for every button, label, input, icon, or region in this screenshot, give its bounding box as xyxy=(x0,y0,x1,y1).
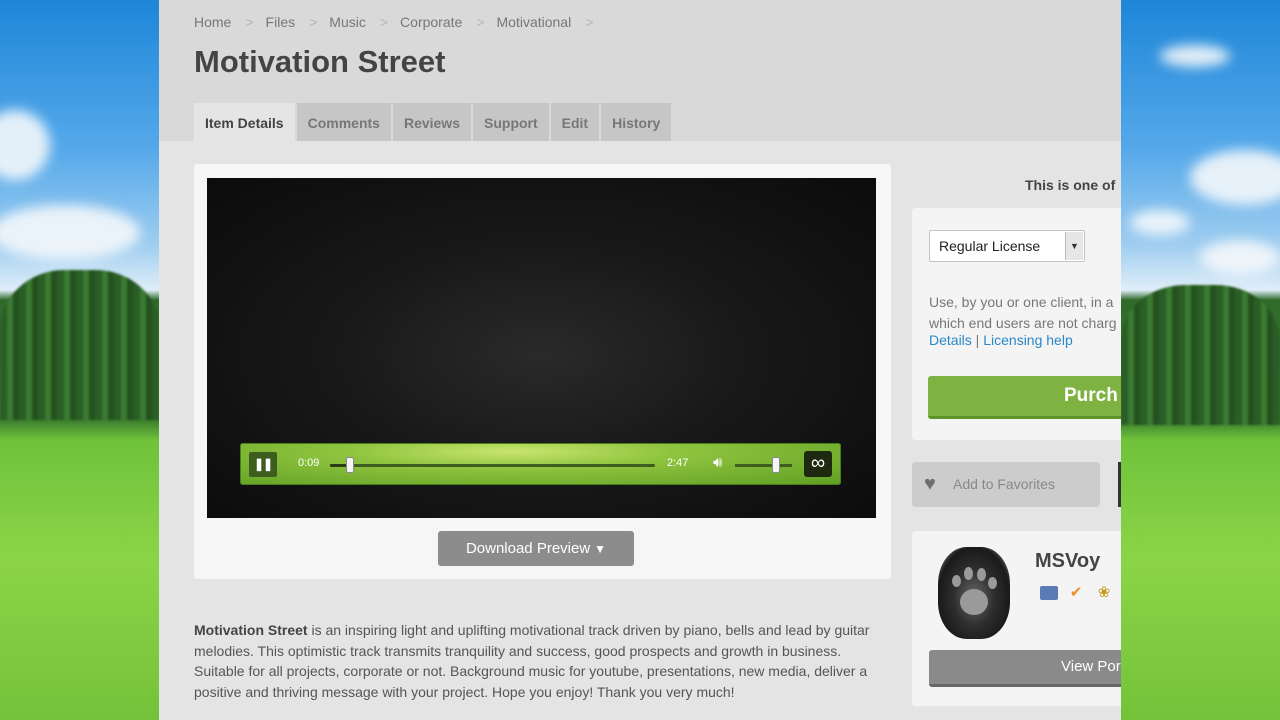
duration: 2:47 xyxy=(667,457,689,469)
link-separator: | xyxy=(971,332,984,348)
breadcrumb-link[interactable]: Motivational xyxy=(497,14,572,30)
avatar[interactable] xyxy=(938,547,1010,639)
tab-support[interactable]: Support xyxy=(473,103,549,141)
tab-item-details[interactable]: Item Details xyxy=(194,103,295,141)
breadcrumb-link[interactable]: Files xyxy=(266,14,296,30)
breadcrumb-corporate[interactable]: Corporate > xyxy=(400,14,496,30)
loop-icon: ∞ xyxy=(810,452,826,474)
download-preview-label: Download Preview xyxy=(465,540,591,557)
unique-item-notice: This is one of xyxy=(1025,177,1116,193)
chevron-right-icon: > xyxy=(245,14,254,30)
tab-history[interactable]: History xyxy=(601,103,672,141)
author-badges: ✔ ❀ xyxy=(1040,583,1114,603)
view-portfolio-button[interactable]: View Por xyxy=(929,650,1121,687)
tab-edit[interactable]: Edit xyxy=(550,103,600,141)
loop-button[interactable]: ∞ xyxy=(804,451,832,477)
heart-icon: ♥ xyxy=(924,473,936,495)
add-to-favorites-button[interactable]: ♥ Add to Favorites xyxy=(912,462,1100,507)
breadcrumb-files[interactable]: Files > xyxy=(266,14,330,30)
volume-icon[interactable]: 🔊︎ xyxy=(713,454,722,471)
audio-player-controls: ❚❚ 0:09 2:47 🔊︎ ∞ xyxy=(240,443,841,485)
author-panel: MSVoy ✔ ❀ View Por xyxy=(912,531,1121,706)
chevron-right-icon: > xyxy=(585,14,594,30)
breadcrumb-music[interactable]: Music > xyxy=(329,14,400,30)
volume-slider[interactable] xyxy=(735,457,792,473)
details-link[interactable]: Details xyxy=(929,332,972,348)
chevron-right-icon: > xyxy=(476,14,485,30)
preview-video[interactable]: ❚❚ 0:09 2:47 🔊︎ ∞ xyxy=(207,178,876,518)
author-name[interactable]: MSVoy xyxy=(1035,550,1100,573)
page-title: Motivation Street xyxy=(194,44,446,79)
item-tabs: Item Details Comments Reviews Support Ed… xyxy=(194,103,672,141)
checkmark-badge-icon: ✔ xyxy=(1069,584,1083,601)
country-badge-icon xyxy=(1040,586,1058,600)
seek-handle[interactable] xyxy=(345,457,354,473)
license-line: which end users are not charg xyxy=(929,314,1117,331)
award-badge-icon: ❀ xyxy=(1097,584,1111,601)
chevron-right-icon: > xyxy=(379,14,389,30)
collection-button-edge[interactable] xyxy=(1118,462,1121,507)
breadcrumb: Home > Files > Music > Corporate > Motivatio… xyxy=(194,14,605,30)
pause-icon: ❚❚ xyxy=(253,457,273,471)
breadcrumb-motivational[interactable]: Motivational > xyxy=(497,14,606,30)
favorites-label: Add to Favorites xyxy=(953,476,1055,492)
license-select-value: Regular License xyxy=(939,238,1041,254)
current-time: 0:09 xyxy=(298,457,320,469)
tab-comments[interactable]: Comments xyxy=(296,103,391,141)
seek-bar[interactable] xyxy=(330,457,655,473)
purchase-button[interactable]: Purch xyxy=(928,376,1121,419)
chevron-down-icon[interactable]: ▼ xyxy=(1065,232,1083,260)
license-select[interactable]: Regular License ▼ xyxy=(929,230,1085,262)
tab-reviews[interactable]: Reviews xyxy=(392,103,471,141)
item-description: Motivation Street is an inspiring light … xyxy=(194,620,884,702)
description-lead: Motivation Street xyxy=(194,622,308,638)
license-links: Details | Licensing help xyxy=(929,332,1073,348)
breadcrumb-link[interactable]: Corporate xyxy=(400,14,462,30)
breadcrumb-link[interactable]: Home xyxy=(194,14,231,30)
marketplace-page: Home > Files > Music > Corporate > Motivatio… xyxy=(159,0,1121,720)
download-icon: ▼︎ xyxy=(594,542,607,556)
download-preview-button[interactable]: Download Preview ▼︎ xyxy=(438,531,634,566)
breadcrumb-home[interactable]: Home > xyxy=(194,14,266,30)
preview-card: ❚❚ 0:09 2:47 🔊︎ ∞ Download Preview ▼︎ xyxy=(194,164,891,579)
pause-button[interactable]: ❚❚ xyxy=(249,452,277,477)
breadcrumb-link[interactable]: Music xyxy=(329,14,366,30)
license-panel: Regular License ▼ Use, by you or one cli… xyxy=(912,208,1121,440)
volume-handle[interactable] xyxy=(772,457,781,473)
licensing-help-link[interactable]: Licensing help xyxy=(983,332,1073,348)
license-description: Use, by you or one client, in a which en… xyxy=(929,292,1121,333)
chevron-right-icon: > xyxy=(309,14,318,30)
license-line: Use, by you or one client, in a xyxy=(929,294,1114,310)
